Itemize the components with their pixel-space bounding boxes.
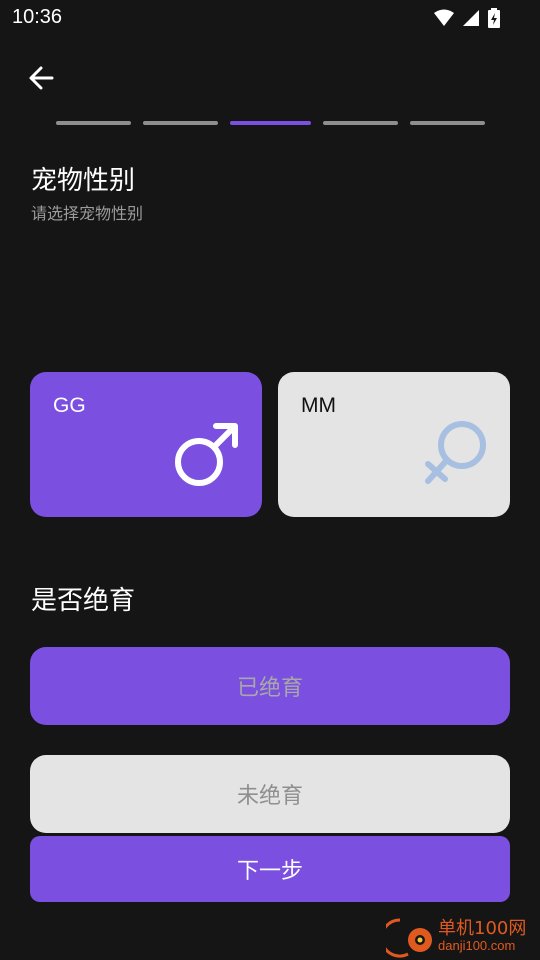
neutered-button[interactable]: 已绝育 <box>30 647 510 725</box>
site-watermark: 单机100网 danji100.com <box>386 914 536 958</box>
arrow-left-icon <box>29 66 54 90</box>
page-subtitle: 请选择宠物性别 <box>31 204 144 223</box>
wifi-icon <box>434 9 454 26</box>
gender-option-female[interactable]: MM <box>278 372 510 517</box>
step-progress-bar <box>56 121 485 125</box>
progress-step-2 <box>143 121 218 125</box>
watermark-logo-icon <box>386 918 432 958</box>
not-neutered-button[interactable]: 未绝育 <box>30 755 510 833</box>
male-symbol-icon <box>175 423 238 486</box>
page-title: 宠物性别 <box>31 166 136 196</box>
next-step-button[interactable]: 下一步 <box>30 836 510 902</box>
progress-step-4 <box>323 121 398 125</box>
gender-option-male[interactable]: GG <box>30 372 262 517</box>
progress-step-1 <box>56 121 131 125</box>
back-button[interactable] <box>26 62 58 94</box>
signal-icon <box>463 10 479 26</box>
status-time: 10:36 <box>12 6 63 28</box>
progress-step-3-current <box>230 121 311 125</box>
watermark-title: 单机100网 <box>438 918 527 939</box>
gender-label-female: MM <box>301 394 336 417</box>
progress-step-5 <box>410 121 485 125</box>
female-symbol-icon <box>425 421 486 484</box>
status-icons <box>434 8 500 28</box>
battery-charging-icon <box>488 8 500 28</box>
neuter-section-title: 是否绝育 <box>31 586 136 616</box>
status-bar: 10:36 <box>0 0 540 36</box>
watermark-url: danji100.com <box>438 938 516 953</box>
gender-label-male: GG <box>53 394 86 417</box>
